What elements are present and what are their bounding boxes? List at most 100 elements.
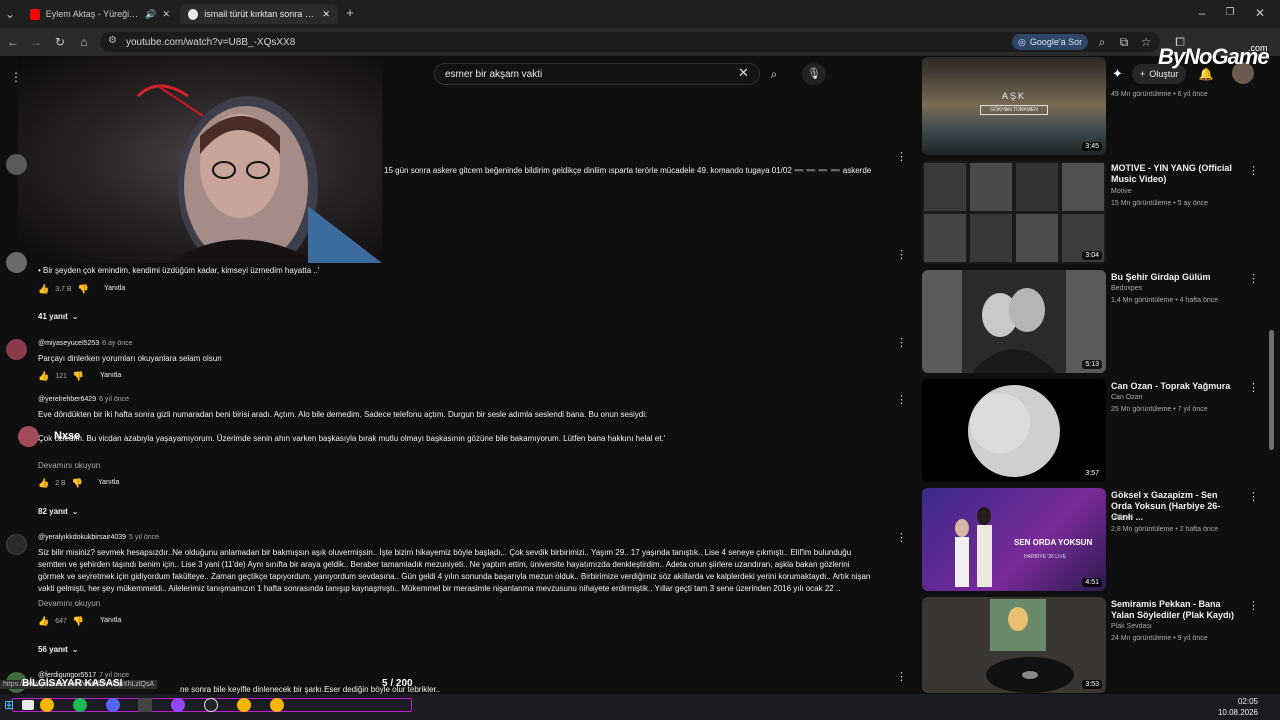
video-thumbnail[interactable]: SEN ORDA YOKSUN HARBİYE '26 LIVE 4:51 <box>922 488 1106 591</box>
forward-icon[interactable]: → <box>28 35 44 49</box>
channel-name[interactable]: Göksel <box>1111 514 1133 521</box>
back-icon[interactable]: ← <box>5 35 21 49</box>
tab-current[interactable]: ismail türüt kırktan sonra şarkı ✕ <box>180 4 338 24</box>
video-thumbnail[interactable]: 3:53 <box>922 597 1106 693</box>
thumbnail-subtitle: HARBİYE '26 LIVE <box>1024 554 1067 560</box>
read-more-link[interactable]: Devamını okuyun <box>38 599 100 608</box>
replies-toggle[interactable]: 82 yanıt ⌄ <box>38 507 79 516</box>
avatar[interactable] <box>6 252 27 273</box>
channel-name[interactable]: Plak Sevdası <box>1111 623 1152 630</box>
reply-button[interactable]: Yanıtla <box>104 285 125 292</box>
new-tab-button[interactable]: + <box>342 6 358 20</box>
terminal-taskbar-icon[interactable] <box>138 698 152 712</box>
video-menu-icon[interactable]: ⋮ <box>1248 164 1259 177</box>
video-menu-icon[interactable]: ⋮ <box>1248 490 1259 503</box>
replies-toggle[interactable]: 56 yanıt ⌄ <box>38 645 79 654</box>
chrome-taskbar-icon[interactable] <box>270 698 284 712</box>
comment-menu-icon[interactable]: ⋮ <box>896 670 907 683</box>
tab-close-icon[interactable]: ✕ <box>162 9 170 20</box>
video-title[interactable]: Can Ozan - Toprak Yağmura <box>1111 381 1241 392</box>
video-meta: 1,4 Mn görüntüleme • 4 hafta önce <box>1111 297 1219 304</box>
tab-youtube-music[interactable]: Eylem Aktaş - Yüreğimden 🔊 ✕ <box>22 4 178 24</box>
zoom-icon[interactable]: ⌕ <box>1094 35 1110 49</box>
avatar[interactable] <box>6 534 27 555</box>
video-thumbnail[interactable]: AŞK GÖKHAN TÜRKMEN 3:45 <box>922 57 1106 155</box>
like-icon[interactable]: 👍 <box>38 284 49 295</box>
like-icon[interactable]: 👍 <box>38 371 49 382</box>
channel-name[interactable]: Motive <box>1111 188 1132 195</box>
avatar[interactable] <box>6 154 27 175</box>
maximize-button[interactable]: ❐ <box>1222 6 1238 20</box>
comment-author[interactable]: @yerelrehber6429 6 yıl önce <box>38 396 129 403</box>
comment-menu-icon[interactable]: ⋮ <box>896 150 907 163</box>
page-scrollbar[interactable] <box>1269 330 1274 450</box>
obs-taskbar-icon[interactable] <box>204 698 218 712</box>
channel-name[interactable]: Can Ozan <box>1111 394 1143 401</box>
create-label: Oluştur <box>1149 69 1179 79</box>
spotify-taskbar-icon[interactable] <box>73 698 87 712</box>
video-thumbnail[interactable]: 3:04 <box>922 161 1106 264</box>
like-icon[interactable]: 👍 <box>38 478 49 489</box>
reload-icon[interactable]: ↻ <box>52 35 68 49</box>
reply-button[interactable]: Yanıtla <box>98 479 119 486</box>
avatar[interactable] <box>6 339 27 360</box>
comment-menu-icon[interactable]: ⋮ <box>896 393 907 406</box>
app-switch-icon[interactable]: ✦ <box>1112 66 1123 82</box>
comment-text: semtten ve şehirden taşındı benim için..… <box>38 560 850 569</box>
video-title[interactable]: Semiramis Pekkan - Bana Yalan Söylediler… <box>1111 599 1241 621</box>
url-text: youtube.com/watch?v=U8B_-XQsXX8 <box>126 36 296 48</box>
dislike-icon[interactable]: 👎 <box>72 478 83 489</box>
video-menu-icon[interactable]: ⋮ <box>1248 599 1259 612</box>
home-icon[interactable]: ⌂ <box>76 35 92 49</box>
google-ask-button[interactable]: ◎ Google'a Sor <box>1012 34 1089 50</box>
plus-icon: + <box>1140 69 1146 79</box>
comment-actions: 👍 121 👎 <box>38 371 84 382</box>
comment-menu-icon[interactable]: ⋮ <box>896 248 907 261</box>
like-icon[interactable]: 👍 <box>38 616 49 627</box>
tab-search-icon[interactable]: ⌄ <box>2 7 18 21</box>
close-window-button[interactable]: ✕ <box>1252 6 1268 20</box>
video-menu-icon[interactable]: ⋮ <box>1248 381 1259 394</box>
minimize-button[interactable]: – <box>1194 6 1210 20</box>
overlay-avatar <box>18 426 39 447</box>
dislike-icon[interactable]: 👎 <box>78 284 89 295</box>
microphone-icon[interactable]: 🎙 <box>802 63 826 85</box>
comment-menu-icon[interactable]: ⋮ <box>896 531 907 544</box>
windows-start-icon[interactable]: ⊞ <box>4 698 14 712</box>
dislike-icon[interactable]: 👎 <box>73 616 84 627</box>
chrome-taskbar-icon[interactable] <box>40 698 54 712</box>
chrome-taskbar-icon[interactable] <box>237 698 251 712</box>
comment-menu-icon[interactable]: ⋮ <box>896 336 907 349</box>
reply-button[interactable]: Yanıtla <box>100 372 121 379</box>
bookmark-icon[interactable]: ☆ <box>1138 35 1154 49</box>
comment-text: Siz bilir misiniz? sevmek hesapsızdır..N… <box>38 548 852 557</box>
webcam-figure <box>136 84 382 263</box>
site-info-icon[interactable]: ⚙ <box>108 35 117 46</box>
video-title[interactable]: MOTIVE - YIN YANG (Official Music Video) <box>1111 163 1241 185</box>
search-icon[interactable]: ⌕ <box>762 63 786 85</box>
task-view-icon[interactable] <box>22 700 34 710</box>
clear-search-icon[interactable]: ✕ <box>738 65 749 81</box>
discord-taskbar-icon[interactable] <box>106 698 120 712</box>
system-clock[interactable]: 02:05 10.08.2026 <box>1218 696 1258 718</box>
comment-author[interactable]: @miyaseyucel5253 6 ay önce <box>38 340 133 347</box>
address-bar[interactable]: ⚙ youtube.com/watch?v=U8B_-XQsXX8 <box>100 32 1160 52</box>
video-menu-icon[interactable]: ⋮ <box>1248 272 1259 285</box>
speaker-icon[interactable]: 🔊 <box>145 9 156 20</box>
video-thumbnail[interactable]: 3:57 <box>922 379 1106 482</box>
search-input[interactable]: esmer bir akşam vakti <box>434 63 760 85</box>
replies-toggle[interactable]: 41 yanıt ⌄ <box>38 312 79 321</box>
twitch-taskbar-icon[interactable] <box>171 698 185 712</box>
channel-name[interactable]: Bedoxpes <box>1111 285 1142 292</box>
read-more-link[interactable]: Devamını okuyun <box>38 461 100 470</box>
video-thumbnail[interactable]: 5:13 <box>922 270 1106 373</box>
comment-author[interactable]: @yeralyıkkdokukbirsair4039 5 yıl önce <box>38 534 159 541</box>
video-title[interactable]: Bu Şehir Girdap Gülüm <box>1111 272 1241 283</box>
video-duration: 3:04 <box>1082 251 1102 260</box>
reply-button[interactable]: Yanıtla <box>100 617 121 624</box>
video-meta: 24 Mn görüntüleme • 9 yıl önce <box>1111 635 1208 642</box>
dislike-icon[interactable]: 👎 <box>73 371 84 382</box>
tab-close-icon[interactable]: ✕ <box>322 9 330 20</box>
video-duration: 4:51 <box>1082 578 1102 587</box>
install-icon[interactable]: ⧉ <box>1116 35 1132 49</box>
